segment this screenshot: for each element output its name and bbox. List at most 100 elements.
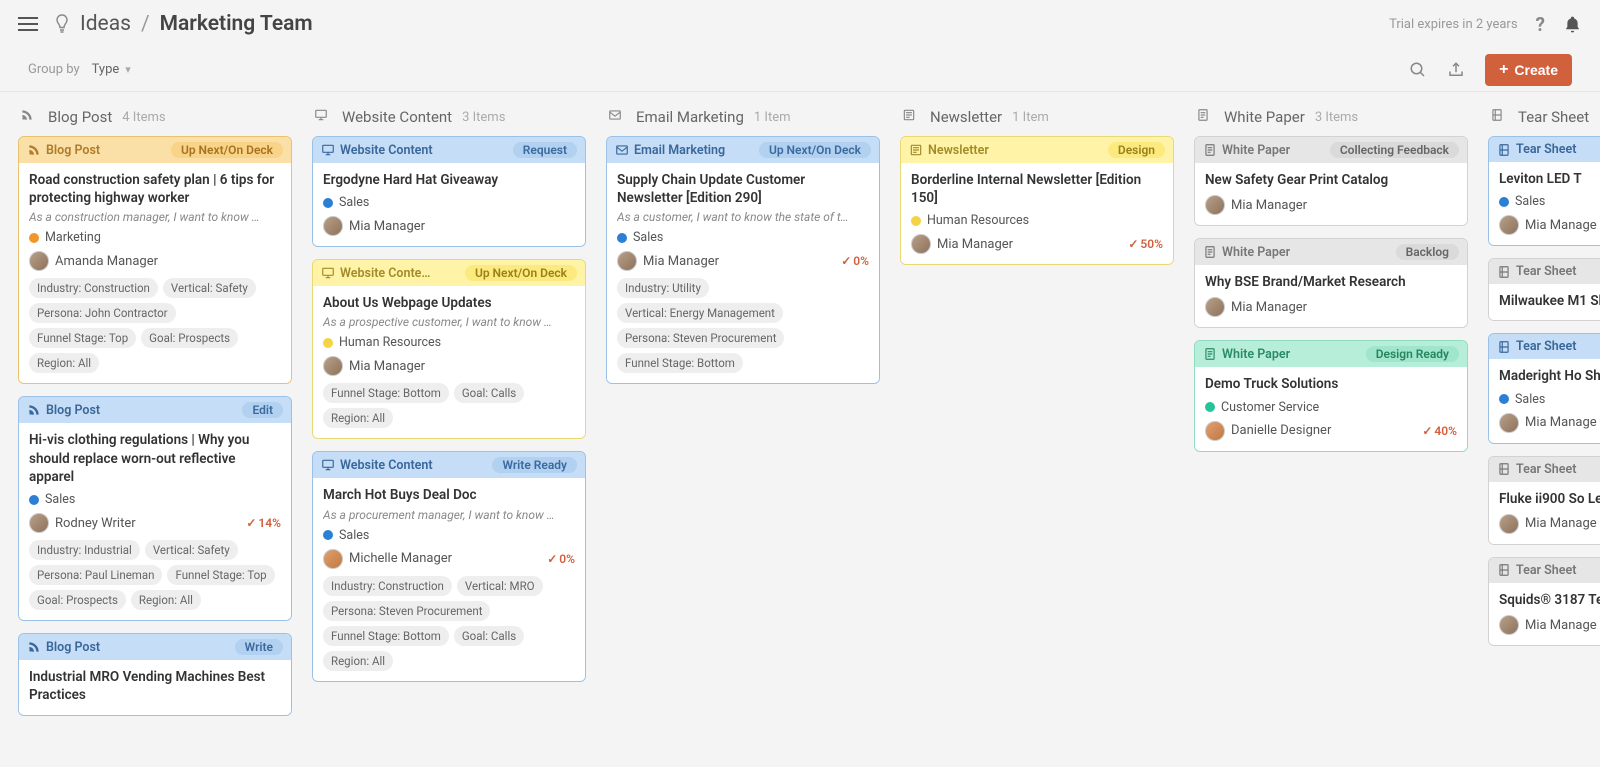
- card-body[interactable]: Leviton LED TSalesMia Manage: [1489, 162, 1600, 245]
- column-body[interactable]: Website Content Request Ergodyne Hard Ha…: [312, 136, 592, 755]
- card[interactable]: Website Conte… Up Next/On Deck About Us …: [312, 259, 586, 439]
- menu-icon[interactable]: [18, 17, 38, 31]
- tag: Funnel Stage: Bottom: [323, 383, 449, 403]
- card-header[interactable]: Newsletter Design: [901, 137, 1173, 163]
- share-icon[interactable]: [1447, 61, 1465, 79]
- card[interactable]: Blog Post Up Next/On Deck Road construct…: [18, 136, 292, 384]
- card-status-pill: Design: [1108, 142, 1165, 158]
- tag: Persona: John Contractor: [29, 303, 176, 323]
- card-body[interactable]: Squids® 3187 Tethering KitMia Manage: [1489, 583, 1600, 645]
- column-title: Website Content: [342, 108, 452, 126]
- card-body[interactable]: March Hot Buys Deal DocAs a procurement …: [313, 478, 585, 680]
- search-icon[interactable]: [1409, 61, 1427, 79]
- tag: Vertical: MRO: [457, 576, 543, 596]
- card-assignee: Mia Manager: [323, 356, 575, 376]
- card-status-pill: Up Next/On Deck: [171, 142, 283, 158]
- card-body[interactable]: Industrial MRO Vending Machines Best Pra…: [19, 660, 291, 714]
- column-body[interactable]: Email Marketing Up Next/On Deck Supply C…: [606, 136, 886, 755]
- card-body[interactable]: About Us Webpage UpdatesAs a prospective…: [313, 286, 585, 438]
- card-header[interactable]: Email Marketing Up Next/On Deck: [607, 137, 879, 163]
- category-dot-icon: [617, 233, 627, 243]
- card-body[interactable]: Borderline Internal Newsletter [Edition …: [901, 163, 1173, 264]
- card-title: Fluke ii900 So Leave Behind: [1499, 490, 1600, 508]
- lightbulb-icon: [54, 14, 70, 34]
- card-body[interactable]: Milwaukee M1 Sheet: [1489, 284, 1600, 320]
- card-category: Human Resources: [911, 213, 1163, 228]
- groupby-label: Group by: [28, 62, 80, 77]
- tag: Persona: Paul Lineman: [29, 565, 162, 585]
- card-header[interactable]: White Paper Collecting Feedback: [1195, 137, 1467, 163]
- card-header[interactable]: Website Content Request: [313, 137, 585, 163]
- card-title: Industrial MRO Vending Machines Best Pra…: [29, 668, 281, 704]
- card-body[interactable]: Why BSE Brand/Market ResearchMia Manager: [1195, 265, 1467, 327]
- card[interactable]: Tear Sheet Leviton LED TSalesMia Manage: [1488, 136, 1600, 246]
- card[interactable]: Website Content Write Ready March Hot Bu…: [312, 451, 586, 681]
- card-type: Email Marketing: [615, 143, 725, 158]
- card-status-pill: Up Next/On Deck: [465, 265, 577, 281]
- card-category: Sales: [323, 528, 575, 543]
- card[interactable]: Email Marketing Up Next/On Deck Supply C…: [606, 136, 880, 384]
- card-header[interactable]: White Paper Backlog: [1195, 239, 1467, 265]
- column-body[interactable]: Tear Sheet Leviton LED TSalesMia Manage …: [1488, 136, 1600, 755]
- breadcrumb-name[interactable]: Marketing Team: [160, 12, 313, 36]
- chevron-down-icon: ▾: [125, 63, 131, 76]
- card-header[interactable]: Tear Sheet: [1489, 334, 1600, 359]
- card[interactable]: Blog Post Edit Hi-vis clothing regulatio…: [18, 396, 292, 621]
- check-icon: ✓: [1128, 237, 1138, 251]
- card[interactable]: White Paper Design Ready Demo Truck Solu…: [1194, 340, 1468, 451]
- tag: Persona: Steven Procurement: [323, 601, 490, 621]
- card-tags: Industry: IndustrialVertical: SafetyPers…: [29, 540, 281, 610]
- card-header[interactable]: Tear Sheet: [1489, 259, 1600, 284]
- card-header[interactable]: White Paper Design Ready: [1195, 341, 1467, 367]
- card-header[interactable]: Tear Sheet: [1489, 558, 1600, 583]
- card[interactable]: Tear Sheet Squids® 3187 Tethering KitMia…: [1488, 557, 1600, 646]
- card-body[interactable]: Supply Chain Update Customer Newsletter …: [607, 163, 879, 383]
- card-header[interactable]: Blog Post Write: [19, 634, 291, 660]
- card-type: Tear Sheet: [1497, 462, 1576, 477]
- card-progress: ✓0%: [841, 254, 869, 268]
- card-header[interactable]: Website Conte… Up Next/On Deck: [313, 260, 585, 286]
- card-header[interactable]: Website Content Write Ready: [313, 452, 585, 478]
- card-body[interactable]: Road construction safety plan | 6 tips f…: [19, 163, 291, 383]
- card[interactable]: Tear Sheet Maderight Ho SheetSalesMia Ma…: [1488, 333, 1600, 443]
- card-body[interactable]: Hi-vis clothing regulations | Why you sh…: [19, 423, 291, 620]
- card-header[interactable]: Tear Sheet: [1489, 457, 1600, 482]
- column-email-marketing: Email Marketing 1 Item Email Marketing U…: [606, 104, 886, 755]
- card[interactable]: Blog Post Write Industrial MRO Vending M…: [18, 633, 292, 715]
- card-assignee: Mia Manager: [1205, 195, 1457, 215]
- card-body[interactable]: New Safety Gear Print CatalogMia Manager: [1195, 163, 1467, 225]
- card-title: Borderline Internal Newsletter [Edition …: [911, 171, 1163, 207]
- card-body[interactable]: Fluke ii900 So Leave BehindMia Manage: [1489, 482, 1600, 544]
- bell-icon[interactable]: [1563, 15, 1582, 34]
- card-header[interactable]: Blog Post Up Next/On Deck: [19, 137, 291, 163]
- card[interactable]: Tear Sheet Fluke ii900 So Leave BehindMi…: [1488, 456, 1600, 545]
- groupby-select[interactable]: Type ▾: [92, 62, 131, 77]
- card[interactable]: Tear Sheet Milwaukee M1 Sheet: [1488, 258, 1600, 321]
- tag: Funnel Stage: Top: [167, 565, 274, 585]
- card[interactable]: White Paper Collecting Feedback New Safe…: [1194, 136, 1468, 226]
- column-body[interactable]: Blog Post Up Next/On Deck Road construct…: [18, 136, 298, 755]
- avatar: [1499, 215, 1519, 235]
- card-type: White Paper: [1203, 143, 1290, 158]
- card-body[interactable]: Demo Truck SolutionsCustomer ServiceDani…: [1195, 367, 1467, 450]
- card-status-pill: Backlog: [1396, 244, 1459, 260]
- card[interactable]: Newsletter Design Borderline Internal Ne…: [900, 136, 1174, 265]
- column-body[interactable]: Newsletter Design Borderline Internal Ne…: [900, 136, 1180, 755]
- tag: Funnel Stage: Bottom: [617, 353, 743, 373]
- card-body[interactable]: Ergodyne Hard Hat GiveawaySalesMia Manag…: [313, 163, 585, 246]
- help-icon[interactable]: ?: [1536, 13, 1545, 36]
- card-body[interactable]: Maderight Ho SheetSalesMia Manage: [1489, 359, 1600, 442]
- card-header[interactable]: Tear Sheet: [1489, 137, 1600, 162]
- category-dot-icon: [911, 216, 921, 226]
- create-button[interactable]: +Create: [1485, 54, 1572, 86]
- column-title: White Paper: [1224, 108, 1305, 126]
- board: Blog Post 4 Items Blog Post Up Next/On D…: [0, 92, 1600, 767]
- column-body[interactable]: White Paper Collecting Feedback New Safe…: [1194, 136, 1474, 755]
- column-title: Email Marketing: [636, 108, 744, 126]
- card-tags: Industry: UtilityVertical: Energy Manage…: [617, 278, 869, 373]
- breadcrumb-section[interactable]: Ideas: [80, 12, 131, 36]
- tag: Funnel Stage: Top: [29, 328, 136, 348]
- card[interactable]: Website Content Request Ergodyne Hard Ha…: [312, 136, 586, 247]
- card[interactable]: White Paper Backlog Why BSE Brand/Market…: [1194, 238, 1468, 328]
- card-header[interactable]: Blog Post Edit: [19, 397, 291, 423]
